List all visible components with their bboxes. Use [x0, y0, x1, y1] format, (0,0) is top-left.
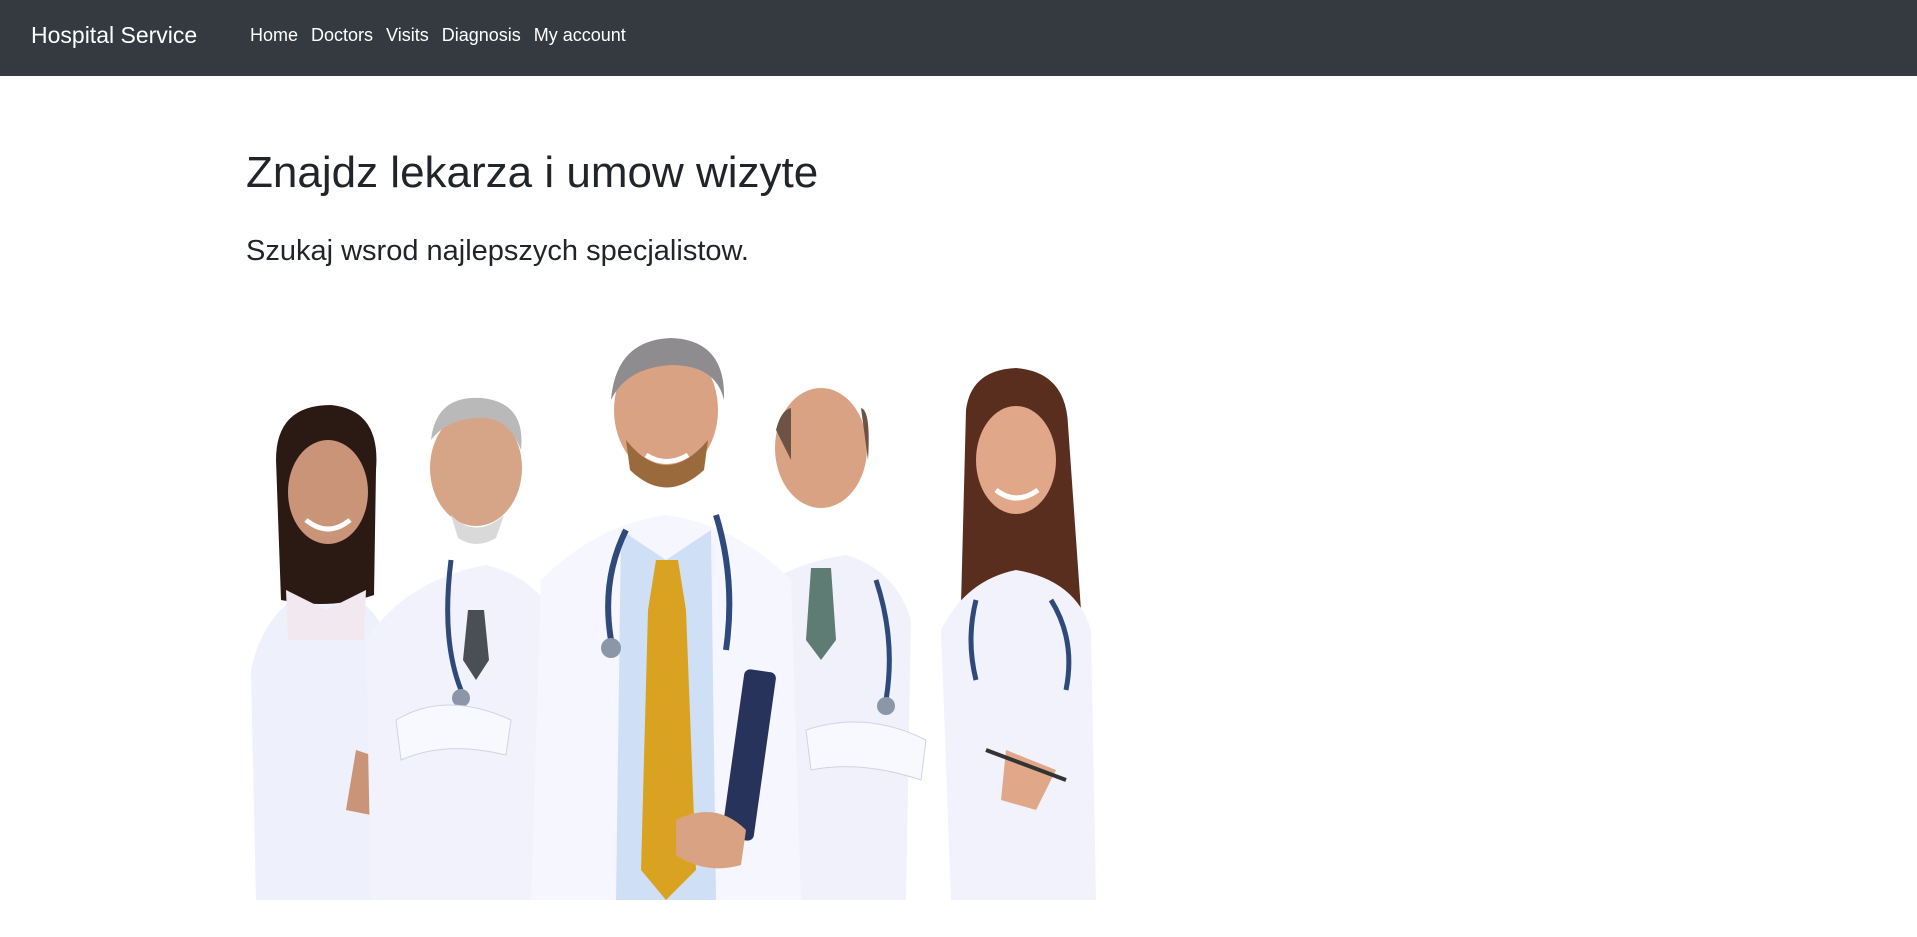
doctor-figure-3: [531, 338, 801, 900]
nav-link-visits[interactable]: Visits: [386, 25, 429, 46]
page-title: Znajdz lekarza i umow wizyte: [246, 148, 819, 197]
nav-link-doctors[interactable]: Doctors: [311, 25, 373, 46]
nav-link-my-account[interactable]: My account: [534, 25, 626, 46]
doctors-team-image: [251, 338, 1096, 900]
top-navbar: Hospital Service Home Doctors Visits Dia…: [0, 0, 1917, 76]
nav-links: Home Doctors Visits Diagnosis My account: [250, 25, 639, 46]
nav-link-diagnosis[interactable]: Diagnosis: [442, 25, 521, 46]
page-subtitle: Szukaj wsrod najlepszych specjalistow.: [246, 235, 749, 267]
nav-link-home[interactable]: Home: [250, 25, 298, 46]
brand-link[interactable]: Hospital Service: [31, 22, 197, 49]
doctor-figure-5: [941, 368, 1096, 900]
